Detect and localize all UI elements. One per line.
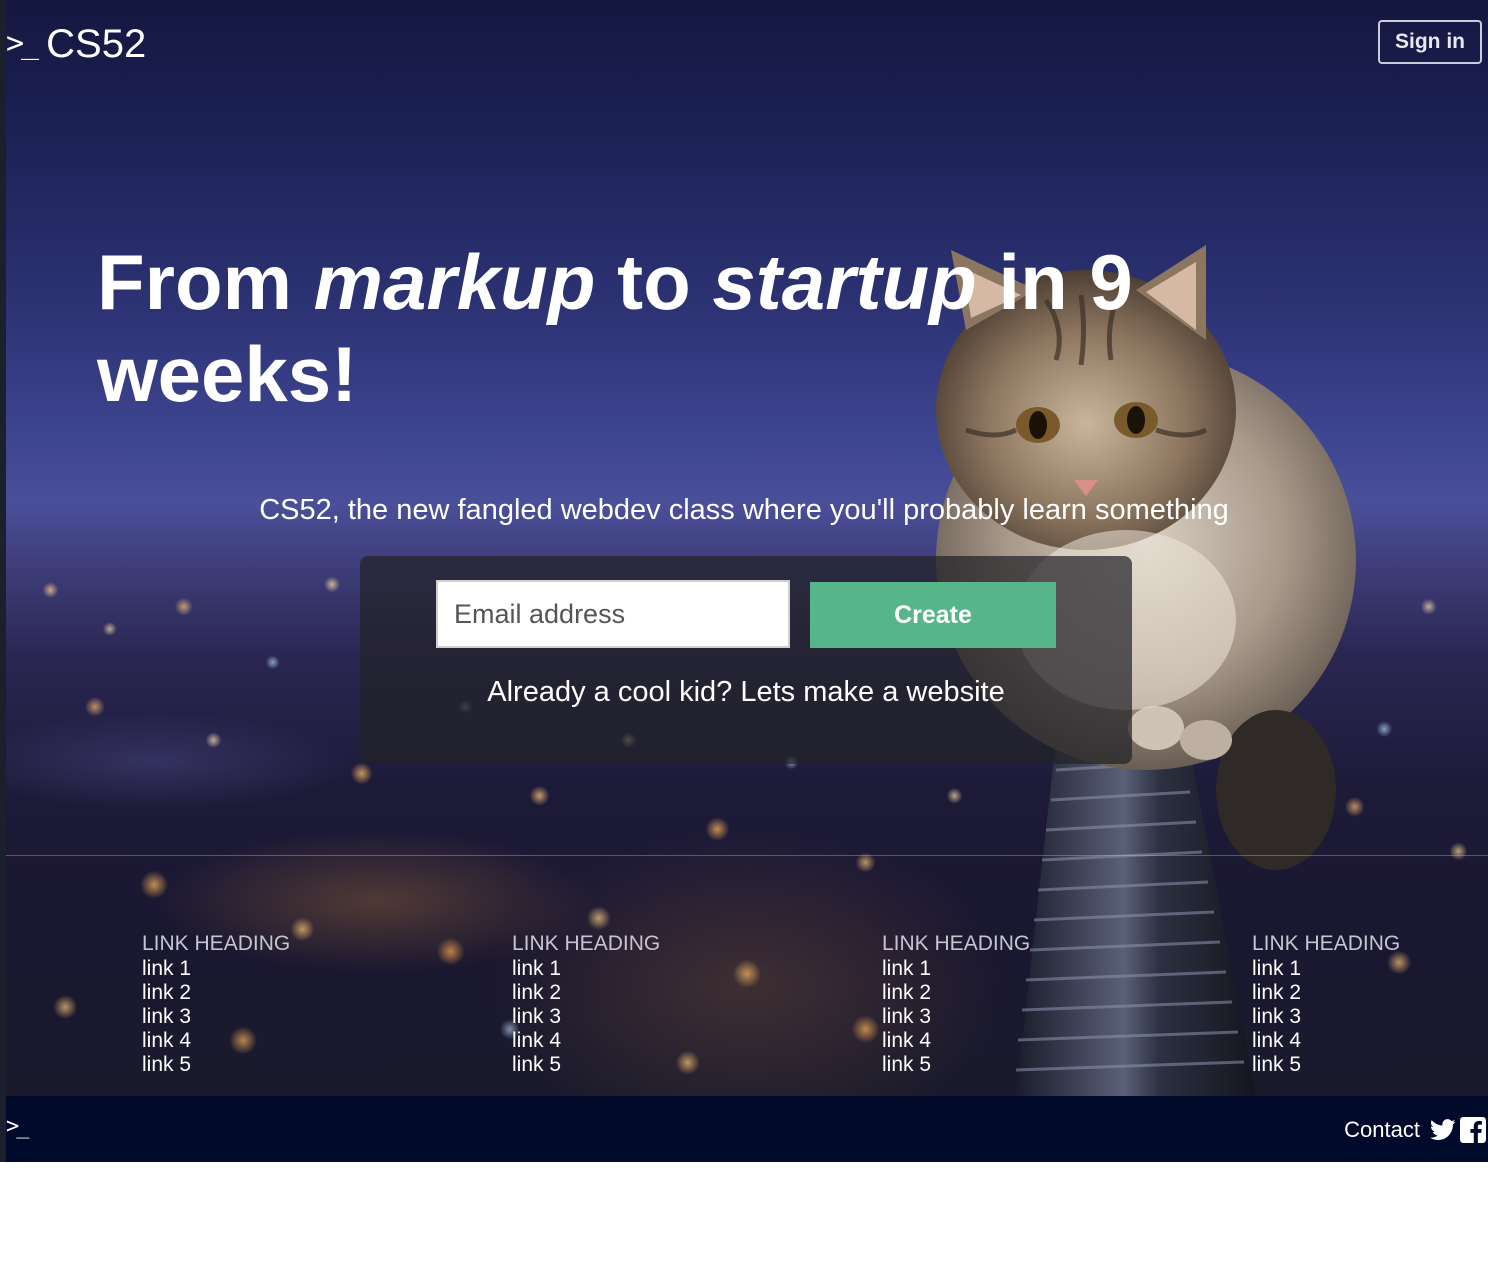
hero-tagline: CS52, the new fangled webdev class where… [259, 494, 1229, 526]
link-heading: LINK HEADING [882, 932, 1031, 955]
link-column-2: LINK HEADING link 1 link 2 link 3 link 4… [512, 931, 752, 1077]
footer-terminal-icon[interactable]: >_ [6, 1116, 29, 1138]
footer-link[interactable]: link 4 [882, 1029, 1122, 1053]
hero-headline: From markup to startup in 9 weeks! [97, 236, 1197, 420]
footer-link[interactable]: link 4 [142, 1029, 382, 1053]
headline-text-2: to [595, 238, 713, 326]
footer-link[interactable]: link 5 [1252, 1053, 1488, 1077]
sign-in-button[interactable]: Sign in [1378, 20, 1482, 64]
footer-link[interactable]: link 3 [512, 1005, 752, 1029]
footer-link[interactable]: link 1 [142, 957, 382, 981]
footer-link[interactable]: link 4 [1252, 1029, 1488, 1053]
footer-link[interactable]: link 1 [1252, 957, 1488, 981]
existing-user-link[interactable]: Already a cool kid? Lets make a website [360, 674, 1132, 710]
headline-emphasis-markup: markup [313, 238, 596, 326]
footer-link[interactable]: link 4 [512, 1029, 752, 1053]
brand-name: CS52 [46, 22, 147, 66]
link-heading: LINK HEADING [512, 932, 661, 955]
link-column-3: LINK HEADING link 1 link 2 link 3 link 4… [882, 931, 1122, 1077]
footer-link-columns: LINK HEADING link 1 link 2 link 3 link 4… [0, 931, 1488, 1081]
footer-link[interactable]: link 5 [512, 1053, 752, 1077]
footer-link[interactable]: link 2 [512, 981, 752, 1005]
contact-link[interactable]: Contact [1344, 1117, 1420, 1143]
footer-bar: >_ Contact [6, 1096, 1488, 1162]
footer-link[interactable]: link 2 [142, 981, 382, 1005]
footer-link[interactable]: link 5 [142, 1053, 382, 1077]
facebook-icon[interactable] [1460, 1117, 1486, 1143]
footer-link[interactable]: link 3 [1252, 1005, 1488, 1029]
footer-link[interactable]: link 5 [882, 1053, 1122, 1077]
footer-link[interactable]: link 3 [142, 1005, 382, 1029]
footer-link[interactable]: link 1 [882, 957, 1122, 981]
footer-link[interactable]: link 2 [1252, 981, 1488, 1005]
headline-text-1: From [97, 238, 314, 326]
link-heading: LINK HEADING [142, 932, 291, 955]
footer-contact-group: Contact [1344, 1116, 1486, 1144]
link-column-1: LINK HEADING link 1 link 2 link 3 link 4… [142, 931, 382, 1077]
link-heading: LINK HEADING [1252, 932, 1401, 955]
terminal-prompt-icon: >_ [6, 26, 39, 61]
hero-divider-line [6, 855, 1488, 856]
signup-panel: Create Already a cool kid? Lets make a w… [360, 556, 1132, 764]
brand-logo[interactable]: >_ CS52 [6, 22, 146, 66]
create-button[interactable]: Create [810, 582, 1056, 648]
link-column-4: LINK HEADING link 1 link 2 link 3 link 4… [1252, 931, 1488, 1077]
footer-link[interactable]: link 3 [882, 1005, 1122, 1029]
email-input[interactable] [436, 580, 790, 648]
twitter-icon[interactable] [1430, 1119, 1456, 1141]
footer-link[interactable]: link 2 [882, 981, 1122, 1005]
headline-emphasis-startup: startup [712, 238, 977, 326]
page: >_ CS52 Sign in From markup to startup i… [0, 0, 1488, 1282]
footer-link[interactable]: link 1 [512, 957, 752, 981]
